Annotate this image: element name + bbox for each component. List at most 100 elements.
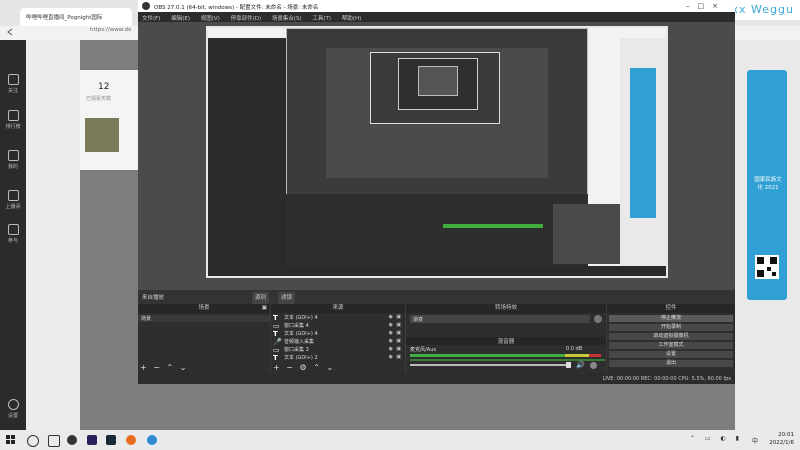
premiere-icon[interactable] [87,435,97,445]
sidebar-item-mine[interactable]: 我的 [0,146,26,172]
controls-title: 控件 [607,304,735,313]
mixer-db: 0.0 dB [566,346,583,352]
tab-filters[interactable]: 滤镜 [278,292,296,304]
minimize-icon[interactable]: – [686,2,698,10]
sidebar-item-join[interactable]: 参与 [0,220,26,246]
tab-sources[interactable]: 源别 [252,292,270,304]
lock-icon[interactable]: ▣ [396,322,401,328]
text-icon: T [273,354,278,362]
eye-icon[interactable]: ◉ [389,330,393,336]
source-item[interactable]: ▭ 窗口采集 4 ◉ ▣ [271,322,405,330]
gear-icon[interactable] [594,315,602,323]
scene-tools[interactable]: + − ⌃ ⌄ [140,363,188,372]
mixer-track-name: 麦克风/Aux [410,347,437,353]
scenes-dock-title: 场景 ▣ [138,304,270,313]
close-icon[interactable]: ▣ [262,304,267,313]
text-icon: T [273,314,278,322]
ad-caption: 国家民族文化 2021 [754,177,782,191]
lock-icon[interactable]: ▣ [396,314,401,320]
settings-button[interactable]: 设置 [609,351,733,358]
back-icon[interactable] [6,28,14,36]
stop-streaming-button[interactable]: 停止推流 [609,315,733,322]
preview-capture [206,26,668,278]
transition-select[interactable]: 渐变 [410,315,590,323]
avatar[interactable] [85,118,119,152]
close-icon[interactable]: × [712,2,726,10]
task-view-icon[interactable] [48,435,60,447]
source-item[interactable]: T 文本 (GDI+) 4 ◉ ▣ [271,314,405,322]
profile-card: 12 已观看天数 [80,70,140,170]
source-item[interactable]: ▭ 窗口采集 3 ◉ ▣ [271,346,405,354]
start-recording-button[interactable]: 开始录制 [609,324,733,331]
ad-banner[interactable]: 国家民族文化 2021 [747,70,787,300]
eye-icon[interactable]: ◉ [389,322,393,328]
sidebar-item-settings[interactable]: 设置 [0,395,26,421]
obs-taskbar-icon[interactable] [67,435,77,445]
scene-label: 来自播放 [142,295,165,301]
source-item[interactable]: 🎤 音频输入采集 ◉ ▣ [271,338,405,346]
sidebar-item-follow[interactable]: 关注 [0,70,26,96]
firefox-icon[interactable] [126,435,136,445]
sidebar-item-ranking[interactable]: 排行榜 [0,106,26,132]
window-controls[interactable]: –□× [686,2,726,10]
shield-icon [7,224,19,235]
steam-icon[interactable] [106,435,116,445]
source-label: 文本 (GDI+) 4 [284,331,318,337]
transitions-title: 转场特效 [406,304,606,313]
content-left-column [26,40,80,430]
lock-icon[interactable]: ▣ [396,346,401,352]
sidebar-item-label: 关注 [7,88,18,94]
source-item[interactable]: T 文本 (GDI+) 2 ◉ ▣ [271,354,405,362]
search-icon[interactable] [27,435,39,447]
volume-slider[interactable] [410,364,570,366]
source-tools[interactable]: + − ⚙ ⌃ ⌄ [273,363,335,372]
virtual-camera-button[interactable]: 启动虚拟摄像机 [609,333,733,340]
browser-tab[interactable]: 哔哩哔哩直播间_Pognight国际 [20,8,132,26]
volume-slider-handle[interactable] [566,362,571,368]
dock-title-label: 控件 [665,305,677,311]
sidebar-item-label: 排行榜 [5,124,21,130]
exit-button[interactable]: 退出 [609,360,733,367]
scenes-dock: 场景 ▣ 场景 + − ⌃ ⌄ [138,304,270,374]
gear-icon[interactable] [590,362,597,369]
volume-meter-green [410,354,565,357]
source-label: 窗口采集 4 [284,323,309,329]
lock-icon[interactable]: ▣ [396,354,401,360]
windows-start-icon[interactable] [6,435,16,445]
browser-sidebar: 关注 排行榜 我的 上播间 参与 设置 [0,40,26,430]
eye-icon[interactable]: ◉ [389,314,393,320]
profile-count: 12 [98,82,110,92]
user-icon [7,150,19,161]
eye-icon[interactable]: ◉ [389,338,393,344]
scene-item[interactable]: 场景 [138,315,270,322]
eye-icon[interactable]: ◉ [389,346,393,352]
obs-titlebar: OBS 27.0.1 (64-bit, windows) - 配置文件: 未命名… [138,0,735,12]
lock-icon[interactable]: ▣ [396,338,401,344]
dock-title-label: 转场特效 [494,305,517,311]
preview-area[interactable] [138,22,735,290]
sidebar-item-room[interactable]: 上播间 [0,186,26,212]
eye-icon[interactable]: ◉ [389,354,393,360]
scene-switch-bar: 来自播放 源别 滤镜 [138,290,735,304]
lock-icon[interactable]: ▣ [396,330,401,336]
sidebar-item-label: 我的 [7,164,18,170]
source-label: 音频输入采集 [284,339,315,345]
dock-title-label: 来源 [332,305,344,311]
input-language[interactable]: 中 [752,436,758,445]
clock[interactable]: 20:01 2022/1/6 [769,431,794,447]
obs-logo-icon [142,2,150,10]
edge-icon[interactable] [147,435,157,445]
speaker-icon[interactable]: 🔊 [576,361,585,369]
tray-icons[interactable]: ⌃ ▭ ◐ ▮ [690,435,743,442]
controls-dock: 控件 停止推流 开始录制 启动虚拟摄像机 工作室模式 设置 退出 [607,304,735,374]
volume-meter-yellow [565,354,589,357]
maximize-icon[interactable]: □ [698,2,713,10]
dock-title-label: 场景 [198,305,210,311]
tab-label: 源别 [255,295,267,301]
source-item[interactable]: T 文本 (GDI+) 4 ◉ ▣ [271,330,405,338]
studio-mode-button[interactable]: 工作室模式 [609,342,733,349]
transitions-mixer-dock: 转场特效 渐变 混音器 麦克风/Aux 0.0 dB 🔊 [406,304,606,374]
browser-tab-title: 哔哩哔哩直播间_Pognight国际 [26,15,103,21]
window-icon: ▭ [273,346,280,354]
clock-time: 20:01 [778,432,794,438]
